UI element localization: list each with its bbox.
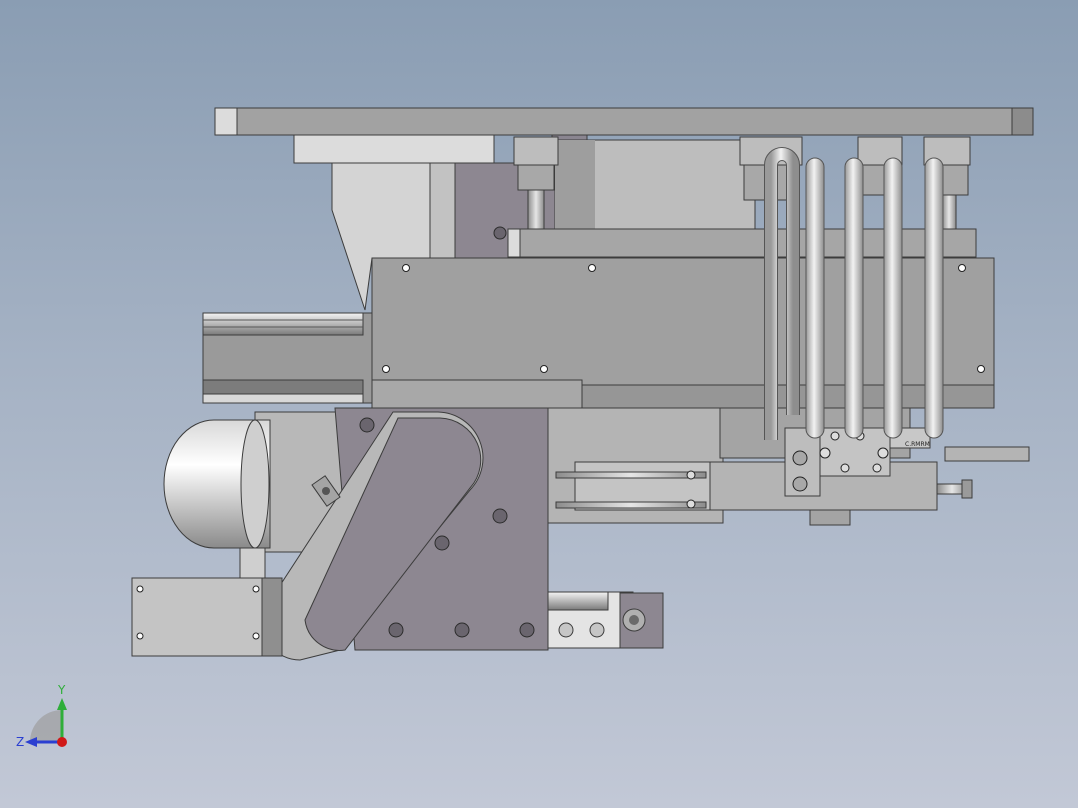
axis-triad: Y Z: [16, 683, 67, 749]
triad-quarter: [30, 710, 62, 742]
bottom-left-bracket: [131, 577, 283, 657]
y-axis-label: Y: [57, 683, 66, 697]
hole: [493, 226, 507, 240]
middle-plate: [507, 228, 977, 258]
lower-shaft: [547, 591, 664, 649]
x-axis-point-icon: [57, 737, 67, 747]
linear-rail: [202, 312, 374, 404]
cad-viewport[interactable]: C.RMRM Y Z: [0, 0, 1078, 808]
z-axis-label: Z: [16, 735, 24, 749]
y-axis-arrow-icon: [57, 698, 67, 710]
assembly-model[interactable]: C.RMRM: [0, 0, 1078, 808]
label-plate: C.RMRM: [905, 441, 930, 448]
top-plate: [214, 107, 1034, 136]
